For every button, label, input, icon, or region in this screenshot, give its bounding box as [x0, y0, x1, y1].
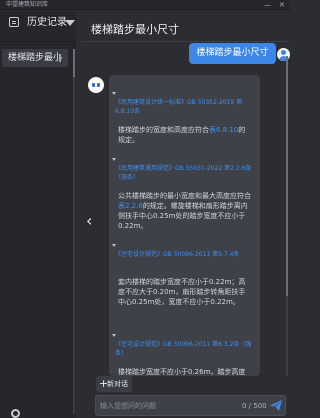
answer-paragraph: 楼梯踏步的宽度和高度应符合表6.8.10的规定。	[118, 126, 246, 144]
table-link[interactable]: 表6.8.10	[209, 126, 238, 134]
assistant-avatar	[88, 77, 104, 93]
title-bar: 中望建筑知识库 — ✕	[0, 0, 290, 10]
table-link[interactable]: 表2.2.6	[118, 202, 143, 210]
question-input[interactable]	[100, 399, 220, 413]
avatar-eye-icon	[97, 83, 100, 87]
chat-scrollbar-thumb[interactable]	[286, 56, 288, 296]
sidebar-scrollbar-thumb[interactable]	[73, 49, 75, 77]
user-avatar	[277, 48, 290, 61]
reference-toggle-icon[interactable]	[112, 92, 116, 95]
user-message-text: 楼梯踏步最小尺寸	[196, 48, 269, 58]
sidebar-header: 历史记录	[0, 11, 76, 37]
chat-scrollbar[interactable]	[286, 56, 288, 376]
answer-paragraph: 楼梯踏步宽度不应小于0.26m，踏步高度	[118, 368, 246, 376]
assistant-answer: 《民用建筑设计统一标准》GB 50352-2019 第6.8.10条 楼梯踏步的…	[109, 75, 260, 376]
reference-link[interactable]: 《住宅设计规范》GB 50096-2011 第6.3.2条（强条）	[112, 334, 255, 358]
history-item[interactable]: 楼梯踏步最小	[2, 49, 68, 67]
answer-paragraph: 公共楼梯踏步的最小宽度和最大高度应符合表2.2.6的规定。螺旋楼梯和扇形踏步离内…	[118, 192, 251, 230]
header-divider	[82, 41, 290, 42]
minimize-icon[interactable]: —	[264, 1, 271, 9]
send-icon[interactable]	[270, 400, 282, 411]
sidebar: 历史记录 楼梯踏步最小	[0, 11, 76, 418]
settings-icon[interactable]	[11, 409, 20, 418]
reference-link[interactable]: 《住宅设计规范》GB 50096-2011 第5.7.4条	[112, 244, 255, 260]
chevron-down-icon[interactable]	[65, 20, 75, 26]
more-icon[interactable]	[59, 54, 61, 62]
avatar-eye-icon	[92, 83, 95, 87]
sidebar-divider	[0, 41, 76, 42]
collapse-sidebar-icon[interactable]: ‹	[86, 213, 92, 229]
user-message: 楼梯踏步最小尺寸	[189, 43, 276, 64]
reference-toggle-icon[interactable]	[112, 244, 116, 247]
new-chat-label: 新对话	[107, 380, 128, 388]
window-title: 中望建筑知识库	[6, 1, 49, 8]
reference-toggle-icon[interactable]	[112, 158, 116, 161]
chat-panel: 楼梯踏步最小尺寸 楼梯踏步最小尺寸 《民用建筑设计统一标准》GB 50352-2…	[76, 11, 290, 418]
reference-link[interactable]: 《民用建筑通用规范》GB 55031-2022 第2.2.6条（强条）	[112, 158, 255, 182]
conversation-title: 楼梯踏步最小尺寸	[91, 23, 179, 36]
history-item-label: 楼梯踏步最小	[8, 53, 63, 63]
answer-paragraph: 套内楼梯的踏步宽度不应小于0.22m；高度不应大于0.20m，扇形踏步转角距扶手…	[118, 278, 246, 306]
sidebar-scrollbar[interactable]	[73, 49, 75, 414]
reference-toggle-icon[interactable]	[112, 334, 116, 337]
new-chat-button[interactable]: + 新对话	[96, 376, 132, 392]
question-input-box: 0 / 500	[95, 395, 286, 416]
history-icon	[9, 17, 19, 27]
close-icon[interactable]: ✕	[279, 1, 285, 9]
reference-link[interactable]: 《民用建筑设计统一标准》GB 50352-2019 第6.8.10条	[112, 92, 255, 116]
history-label: 历史记录	[27, 17, 67, 28]
char-counter: 0 / 500	[242, 402, 267, 410]
